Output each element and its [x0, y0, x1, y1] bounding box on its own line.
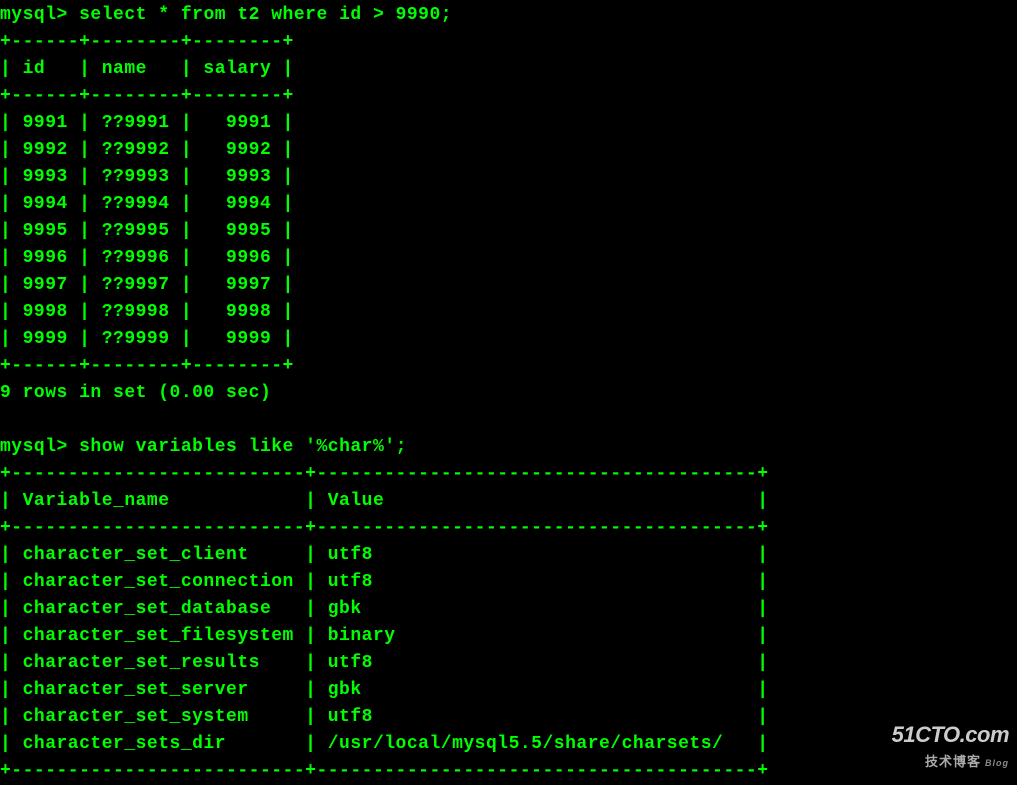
table1-row: | 9993 | ??9993 | 9993 | [0, 167, 294, 187]
table1-row: | 9994 | ??9994 | 9994 | [0, 194, 294, 214]
table1-border-top: +------+--------+--------+ [0, 32, 294, 52]
table1-row: | 9996 | ??9996 | 9996 | [0, 248, 294, 268]
sql-query-1: select * from t2 where id > 9990; [79, 5, 452, 25]
watermark: 51CTO.com 技术博客Blog [892, 718, 1009, 772]
table1-row: | 9999 | ??9999 | 9999 | [0, 329, 294, 349]
table2-headers: | Variable_name | Value | [0, 491, 769, 511]
table2-row: | character_set_database | gbk | [0, 599, 769, 619]
table1-border-mid: +------+--------+--------+ [0, 86, 294, 106]
table2-row: | character_set_filesystem | binary | [0, 626, 769, 646]
table2-border-top: +--------------------------+------------… [0, 464, 769, 484]
table2-border-bot: +--------------------------+------------… [0, 761, 769, 781]
table1-row: | 9998 | ??9998 | 9998 | [0, 302, 294, 322]
watermark-main: 51CTO.com [892, 718, 1009, 751]
table2-border-mid: +--------------------------+------------… [0, 518, 769, 538]
table1-row: | 9995 | ??9995 | 9995 | [0, 221, 294, 241]
table2-row: | character_sets_dir | /usr/local/mysql5… [0, 734, 769, 754]
table1-row: | 9997 | ??9997 | 9997 | [0, 275, 294, 295]
table1-row: | 9992 | ??9992 | 9992 | [0, 140, 294, 160]
result-status-1: 9 rows in set (0.00 sec) [0, 383, 271, 403]
watermark-sub: 技术博客Blog [892, 752, 1009, 772]
table2-row: | character_set_server | gbk | [0, 680, 769, 700]
terminal-output[interactable]: mysql> select * from t2 where id > 9990;… [0, 2, 1017, 785]
table2-row: | character_set_connection | utf8 | [0, 572, 769, 592]
table1-border-bot: +------+--------+--------+ [0, 356, 294, 376]
mysql-prompt: mysql> [0, 437, 79, 457]
table2-row: | character_set_system | utf8 | [0, 707, 769, 727]
table1-headers: | id | name | salary | [0, 59, 294, 79]
table1-row: | 9991 | ??9991 | 9991 | [0, 113, 294, 133]
mysql-prompt: mysql> [0, 5, 79, 25]
sql-query-2: show variables like '%char%'; [79, 437, 407, 457]
table2-row: | character_set_client | utf8 | [0, 545, 769, 565]
table2-row: | character_set_results | utf8 | [0, 653, 769, 673]
